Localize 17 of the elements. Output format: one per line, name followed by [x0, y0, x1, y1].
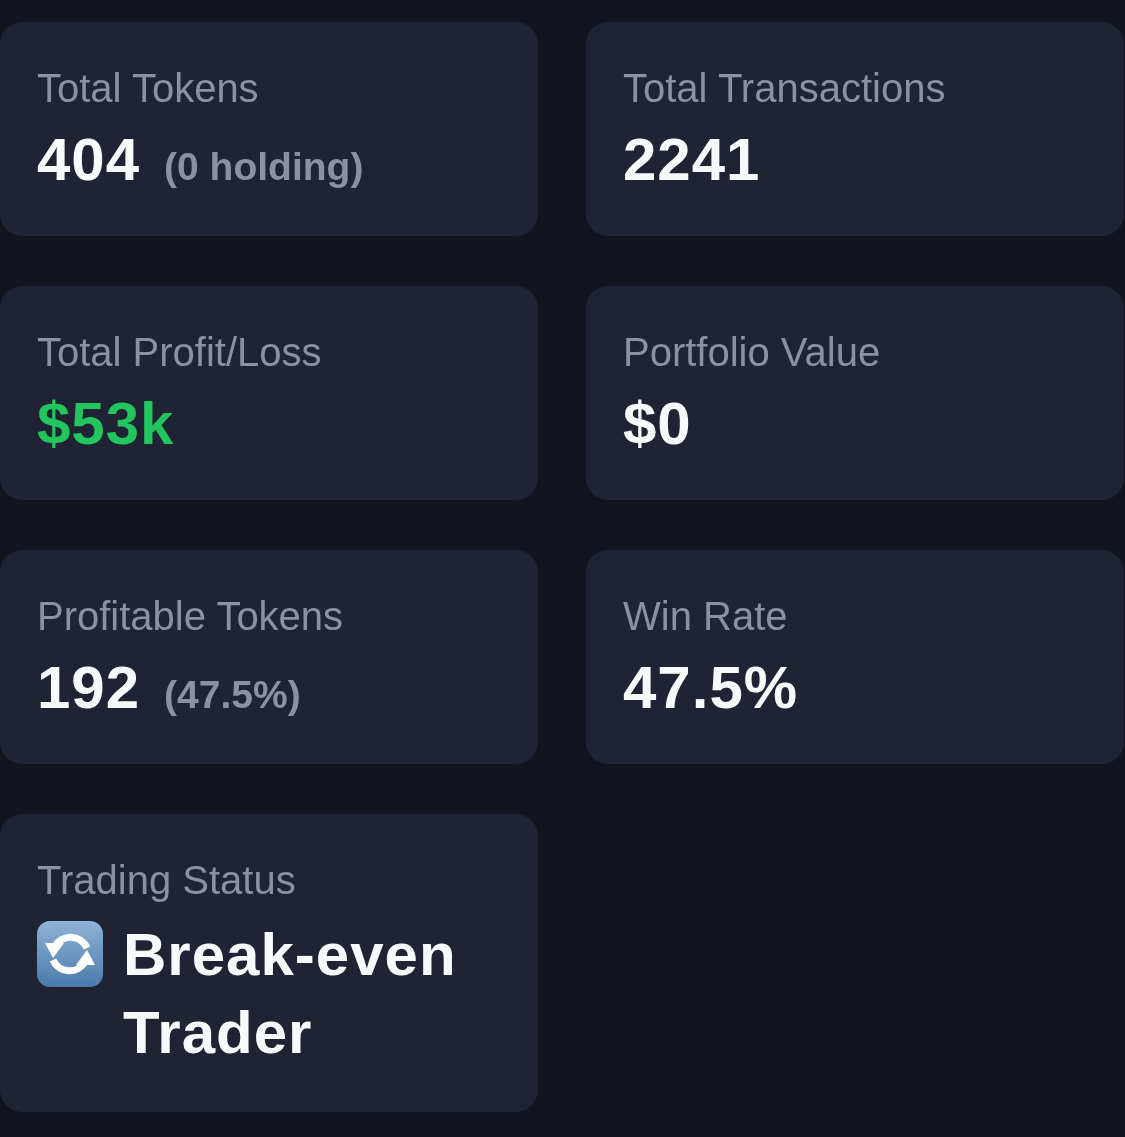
stat-value: 192 [37, 653, 141, 723]
stat-value: $0 [623, 389, 692, 459]
stat-note: (47.5%) [164, 672, 301, 718]
stat-label: Total Tokens [37, 65, 260, 112]
stat-note: (0 holding) [164, 144, 364, 190]
stat-label: Portfolio Value [623, 329, 882, 376]
stat-label: Total Profit/Loss [37, 329, 323, 376]
stat-value: 2241 [623, 125, 761, 195]
status-value: Break-even Trader [123, 920, 458, 1068]
stat-value: $53k [37, 389, 175, 459]
stat-value: 47.5% [623, 653, 799, 723]
stat-label: Profitable Tokens [37, 593, 345, 640]
stat-label: Trading Status [37, 857, 297, 904]
stat-value: 404 [37, 125, 141, 195]
stat-label: Win Rate [623, 593, 789, 640]
stat-label: Total Transactions [623, 65, 947, 112]
circular-arrows-icon [37, 921, 103, 987]
